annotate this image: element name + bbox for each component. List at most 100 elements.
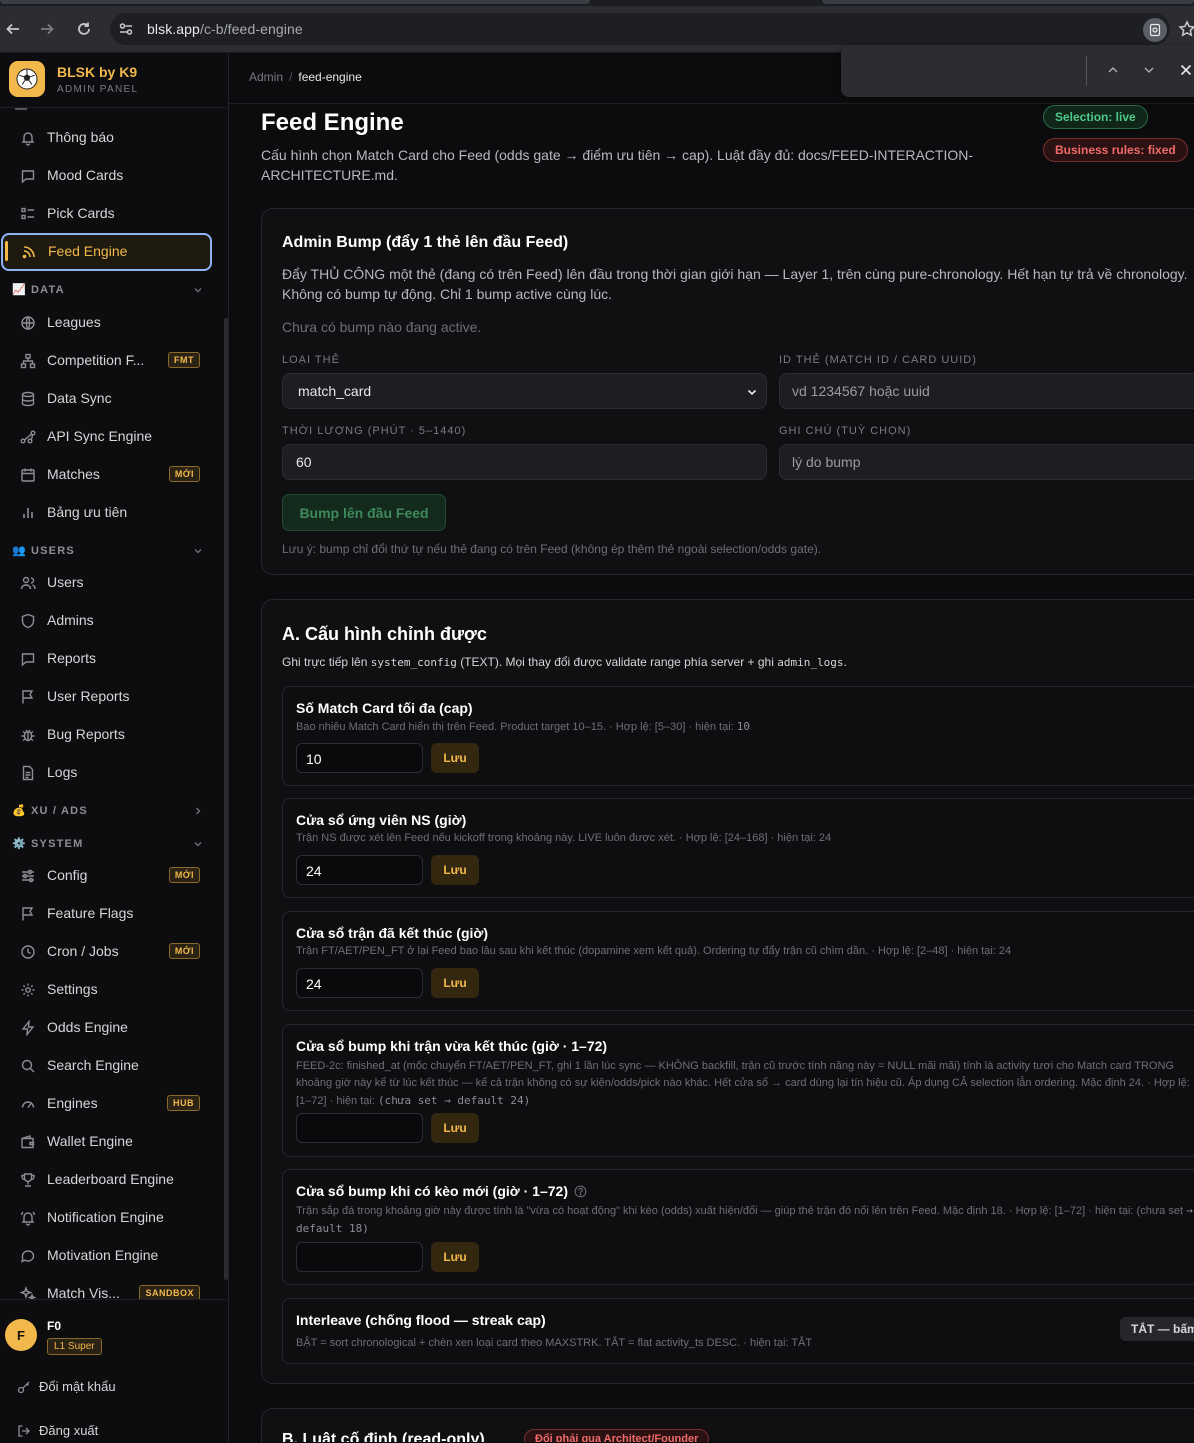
status-badge-business-rules: Business rules: fixed [1043,138,1188,162]
rss-icon [22,246,35,259]
sidebar-item-competition-format[interactable]: Competition F... FMT [0,342,214,378]
sidebar-item-label: Pick Cards [47,205,115,221]
badge-new: MỚI [168,867,200,883]
sidebar-item-label: Settings [47,981,98,997]
sidebar-item-label: Search Engine [47,1057,139,1073]
browser-tab[interactable] [822,0,1194,4]
card-id-input[interactable]: vd 1234567 hoặc uuid [779,373,1194,409]
sidebar-item-notification-engine[interactable]: Notification Engine [0,1199,214,1235]
save-button[interactable]: Lưu [431,968,479,998]
forward-icon[interactable] [34,16,60,42]
section-users[interactable]: 👥 USERS [12,541,212,561]
sidebar-item-label: Feed Engine [48,243,128,259]
sidebar-item-leagues[interactable]: Leagues [0,304,214,340]
config-title: A. Cấu hình chỉnh được [282,624,487,644]
sidebar-item-api-sync[interactable]: API Sync Engine [0,418,214,454]
sidebar-item-odds-engine[interactable]: Odds Engine [0,1009,214,1045]
sidebar-item-bug-reports[interactable]: Bug Reports [0,716,214,752]
avatar[interactable]: F [5,1319,37,1351]
trophy-icon [21,1173,35,1187]
interleave-toggle[interactable]: TẮT — bấm để bật [1120,1317,1194,1341]
sidebar-item-match-visualizer[interactable]: Match Vis... SANDBOX [0,1275,214,1299]
address-bar[interactable]: blsk.app/c-b/feed-engine [110,13,1170,45]
save-button[interactable]: Lưu [431,1242,479,1272]
sidebar-item-label: Feature Flags [47,905,134,921]
shield-icon [21,613,35,629]
ns-window-input[interactable]: 24 [296,855,423,885]
section-xu-ads[interactable]: 💰 XU / ADS [12,801,212,821]
sidebar-item-users[interactable]: Users [0,564,214,600]
sidebar-item-matches[interactable]: Matches MỚI [0,456,214,492]
sidebar-item-engines[interactable]: Engines HUB [0,1085,214,1121]
sidebar-item-settings[interactable]: Settings [0,971,214,1007]
badge-fmt: FMT [168,352,200,368]
reload-icon[interactable] [71,16,97,42]
config-item-description: FEED-2c: finished_at (mốc chuyển FT/AET/… [296,1060,1190,1107]
sidebar-item-feed-engine[interactable]: Feed Engine [1,233,212,271]
sidebar-item-label: Bug Reports [47,726,125,742]
sidebar-item-priority-table[interactable]: Bảng ưu tiên [0,494,214,530]
finished-window-input[interactable]: 24 [296,968,423,998]
sidebar-item-mood-cards[interactable]: Mood Cards [0,157,214,193]
section-system[interactable]: ⚙️ SYSTEM [12,834,212,854]
sidebar-item-motivation-engine[interactable]: Motivation Engine [0,1237,214,1273]
config-item-description: Trận FT/AET/PEN_FT ở lại Feed bao lâu sa… [296,945,1012,957]
save-button[interactable]: Lưu [431,1113,479,1143]
sidebar-item-admins[interactable]: Admins [0,602,214,638]
sidebar-item-label: Logs [47,764,78,780]
bug-icon [21,729,35,742]
duration-label: THỜI LƯỢNG (PHÚT · 5–1440) [282,425,467,437]
rules-badge: Đổi phải qua Architect/Founder [524,1429,710,1442]
sidebar-item-pick-cards[interactable]: Pick Cards [0,195,214,231]
config-item-title: Số Match Card tối đa (cap) [296,700,473,716]
back-icon[interactable] [0,16,26,42]
badge-new: MỚI [168,943,200,959]
duration-input[interactable]: 60 [282,444,767,480]
sidebar-item-label: Users [47,574,84,590]
sidebar-item-label: Thông báo [47,129,114,145]
odds-bump-window-input[interactable] [296,1242,423,1272]
card-type-select[interactable]: match_card [282,373,767,409]
chevron-down-icon[interactable] [1141,62,1157,78]
extension-icon[interactable] [1143,18,1167,42]
editable-config-card: A. Cấu hình chỉnh được Ghi trực tiếp lên… [261,599,1194,1384]
breadcrumb-root[interactable]: Admin [249,70,283,84]
sidebar-item-config[interactable]: Config MỚI [0,857,214,893]
sidebar-item-label: API Sync Engine [47,428,153,444]
sidebar-scrollbar[interactable] [224,318,228,1280]
message-square-icon [21,170,35,184]
bump-button[interactable]: Bump lên đầu Feed [282,494,446,531]
help-circle-icon[interactable] [574,1185,587,1198]
zap-icon [21,1020,35,1036]
sidebar-item-wallet-engine[interactable]: Wallet Engine [0,1123,214,1159]
sidebar-item-leaderboard-engine[interactable]: Leaderboard Engine [0,1161,214,1197]
sidebar-item-data-sync[interactable]: Data Sync [0,380,214,416]
save-button[interactable]: Lưu [431,743,479,773]
sidebar-item-logs[interactable]: Logs [0,754,214,790]
sidebar-item-notifications[interactable]: Thông báo [0,119,214,155]
sidebar-item-reports[interactable]: Reports [0,640,214,676]
chevron-up-icon[interactable] [1105,62,1121,78]
card-type-label: LOẠI THẺ [282,354,340,366]
sidebar-item-user-reports[interactable]: User Reports [0,678,214,714]
bookmark-star-icon[interactable] [1178,20,1194,38]
section-data[interactable]: 📈 DATA [12,280,212,300]
cap-input[interactable]: 10 [296,743,423,773]
close-icon[interactable] [1178,62,1194,78]
breadcrumb-separator: / [289,70,293,84]
user-panel: F F0 L1 Super Đổi mật khẩu Đăng xuất [0,1299,228,1443]
logout-link[interactable]: Đăng xuất [17,1423,98,1438]
site-settings-icon[interactable] [118,21,134,37]
brand-subtitle: ADMIN PANEL [57,84,139,95]
change-password-link[interactable]: Đổi mật khẩu [17,1379,116,1394]
sidebar-item-label: Wallet Engine [47,1133,133,1149]
sidebar-item-search-engine[interactable]: Search Engine [0,1047,214,1083]
brand[interactable]: BLSK by K9 ADMIN PANEL [0,53,228,108]
find-in-page-bar[interactable] [841,45,1194,97]
sidebar-item-feature-flags[interactable]: Feature Flags [0,895,214,931]
sidebar-item-cron-jobs[interactable]: Cron / Jobs MỚI [0,933,214,969]
browser-tab[interactable] [0,0,590,4]
note-input[interactable]: lý do bump [779,444,1194,480]
save-button[interactable]: Lưu [431,855,479,885]
finished-bump-window-input[interactable] [296,1113,423,1143]
